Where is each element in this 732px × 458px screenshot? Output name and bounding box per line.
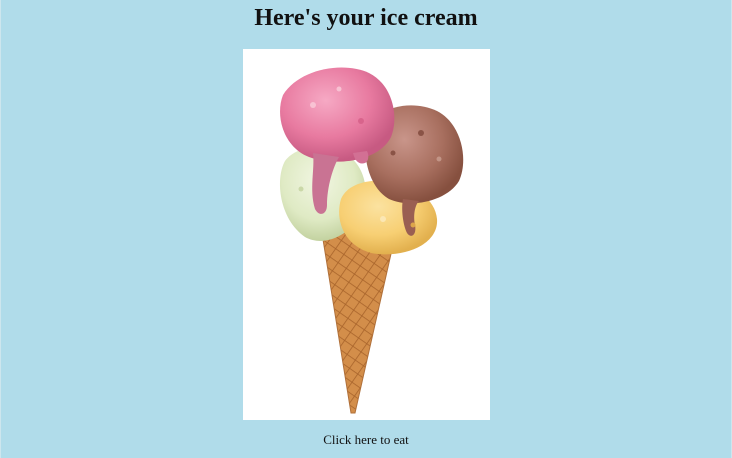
eat-ice-cream-link[interactable]: Click here to eat — [0, 432, 732, 448]
strawberry-scoop — [280, 67, 395, 162]
waffle-cone — [320, 226, 394, 414]
ice-cream-cone-icon — [279, 67, 464, 414]
page-title: Here's your ice cream — [254, 5, 478, 31]
ice-cream-image — [243, 49, 490, 420]
strawberry-drip-small — [353, 151, 369, 164]
